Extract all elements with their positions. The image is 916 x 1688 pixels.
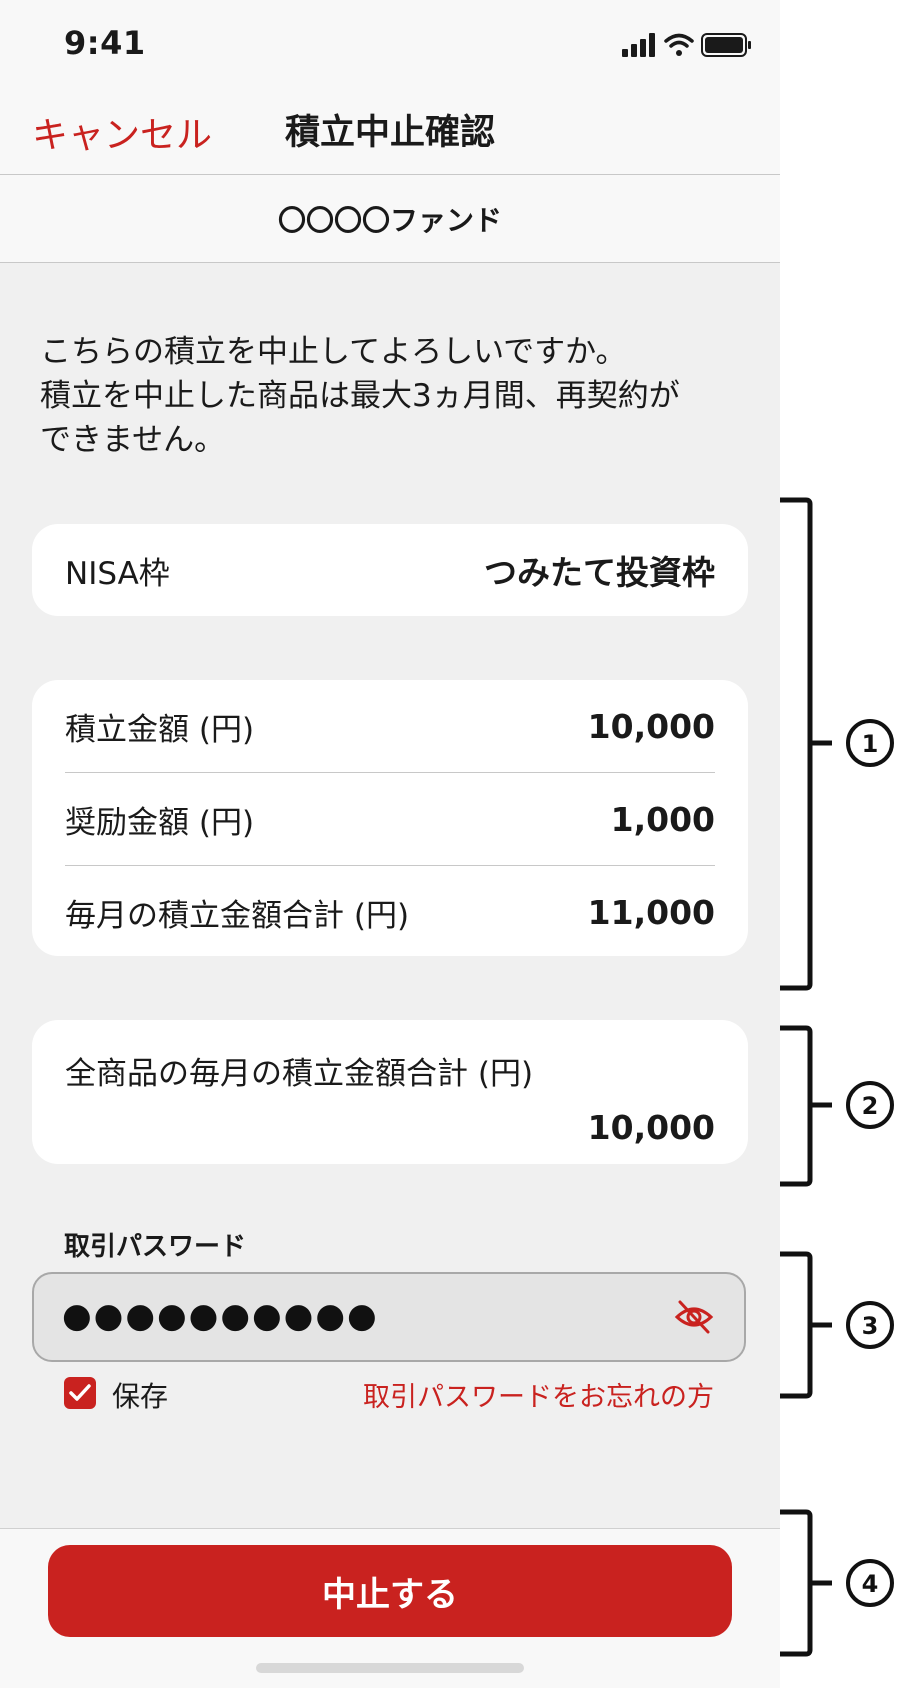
nisa-row: NISA枠 つみたて投資枠 — [65, 524, 715, 616]
status-bar: 9:41 — [0, 0, 780, 88]
annotation-number: 1 — [862, 730, 879, 758]
amount-value: 10,000 — [587, 706, 715, 746]
message-line-1: こちらの積立を中止してよろしいですか。 — [40, 334, 627, 370]
annotation-brackets: 1 2 3 4 — [780, 497, 894, 1657]
signal-icon — [622, 33, 655, 57]
message-line-3: できません。 — [40, 422, 226, 458]
status-time: 9:41 — [64, 24, 146, 62]
amount-row-monthly: 積立金額 (円) 10,000 — [65, 680, 715, 773]
save-label: 保存 — [112, 1380, 169, 1413]
amount-value: 1,000 — [610, 799, 715, 839]
amounts-card: 積立金額 (円) 10,000 奨励金額 (円) 1,000 毎月の積立金額合計… — [32, 680, 748, 956]
wifi-icon — [664, 33, 694, 56]
message-line-2: 積立を中止した商品は最大3ヵ月間、再契約が — [40, 378, 680, 414]
nisa-card: NISA枠 つみたて投資枠 — [32, 524, 748, 616]
phone-screen: 9:41 キャンセル 積立中止確認 〇〇〇〇ファンド こちらの積立を中止してよろ… — [0, 0, 780, 1688]
battery-icon — [701, 33, 751, 57]
annotation-number: 2 — [862, 1092, 879, 1120]
eye-off-icon[interactable] — [674, 1297, 714, 1337]
amount-row-total: 毎月の積立金額合計 (円) 11,000 — [65, 866, 715, 958]
password-label: 取引パスワード — [64, 1232, 247, 1262]
save-checkbox[interactable] — [64, 1377, 96, 1409]
all-total-label: 全商品の毎月の積立金額合計 (円) — [65, 1056, 534, 1092]
confirmation-message: こちらの積立を中止してよろしいですか。 積立を中止した商品は最大3ヵ月間、再契約… — [40, 330, 760, 462]
forgot-password-link[interactable]: 取引パスワードをお忘れの方 — [363, 1375, 714, 1414]
all-total-value: 10,000 — [587, 1108, 715, 1147]
checkmark-icon — [69, 1384, 91, 1401]
amount-value: 11,000 — [587, 892, 715, 932]
annotation-number: 3 — [862, 1312, 879, 1340]
fund-header: 〇〇〇〇ファンド — [0, 175, 780, 263]
amount-label: 積立金額 (円) — [65, 711, 255, 748]
amount-row-incentive: 奨励金額 (円) 1,000 — [65, 773, 715, 866]
password-input[interactable]: ●●●●●●●●●● — [32, 1272, 746, 1362]
stop-button[interactable]: 中止する — [48, 1545, 732, 1637]
annotation-number: 4 — [862, 1570, 879, 1598]
amount-label: 毎月の積立金額合計 (円) — [65, 897, 410, 934]
all-products-total-card: 全商品の毎月の積立金額合計 (円) 10,000 — [32, 1020, 748, 1164]
nisa-value: つみたて投資枠 — [484, 553, 715, 592]
password-value: ●●●●●●●●●● — [62, 1296, 379, 1336]
amount-label: 奨励金額 (円) — [65, 804, 255, 841]
fund-name: 〇〇〇〇ファンド — [277, 204, 502, 237]
nisa-label: NISA枠 — [65, 555, 170, 592]
home-indicator — [256, 1663, 524, 1673]
status-icons — [622, 33, 751, 57]
navigation-bar: キャンセル 積立中止確認 — [0, 88, 780, 175]
page-title: 積立中止確認 — [284, 113, 495, 153]
footer: 中止する — [0, 1528, 780, 1688]
